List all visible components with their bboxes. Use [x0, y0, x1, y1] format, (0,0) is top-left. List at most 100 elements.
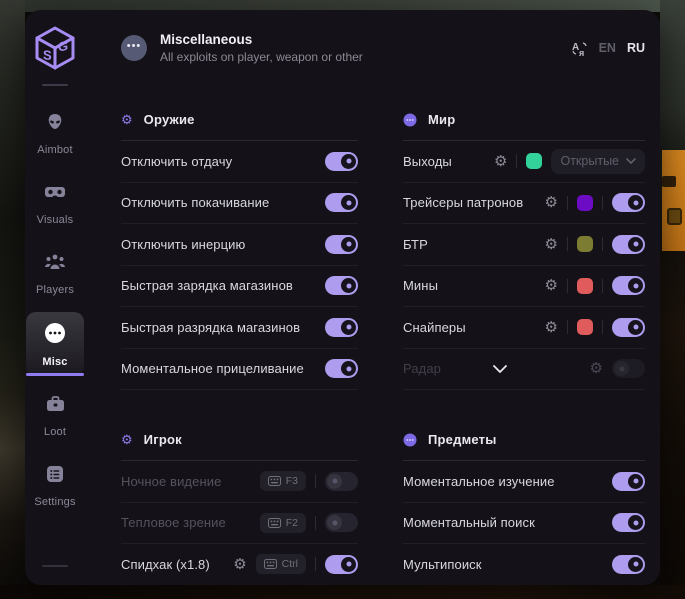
main-panel: ••• Miscellaneous All exploits on player… — [85, 10, 660, 585]
gear-icon[interactable]: ⚙ — [545, 195, 558, 210]
feature-label: Моментальный поиск — [403, 515, 535, 530]
feature-label: Выходы — [403, 154, 452, 169]
multi-search-toggle[interactable] — [612, 555, 645, 574]
bullet-tracers-toggle[interactable] — [612, 193, 645, 212]
fast-magazine-load-toggle[interactable] — [325, 276, 358, 295]
hotkey-badge[interactable]: Ctrl — [256, 554, 306, 574]
hotkey-badge[interactable]: F3 — [260, 471, 306, 491]
separator — [315, 557, 316, 571]
gear-icon[interactable]: ⚙ — [233, 557, 246, 572]
feature-label: Моментальное изучение — [403, 474, 555, 489]
separator — [602, 320, 603, 334]
radar-toggle[interactable] — [612, 359, 645, 378]
toggle-knob — [341, 278, 356, 293]
separator — [602, 196, 603, 210]
radar-expander[interactable] — [411, 365, 590, 373]
color-swatch[interactable] — [526, 153, 542, 169]
separator — [602, 237, 603, 251]
chevron-down-icon — [493, 365, 507, 373]
color-swatch[interactable] — [577, 195, 593, 211]
instant-study-toggle[interactable] — [612, 472, 645, 491]
multi-search-row: Мультипоиск — [403, 544, 645, 585]
night-vision-toggle[interactable] — [325, 472, 358, 491]
gear-icon[interactable]: ⚙ — [545, 320, 558, 335]
feature-label: Быстрая зарядка магазинов — [121, 278, 293, 293]
row-controls: F3 — [260, 471, 358, 491]
sidebar: S G AimbotVisualsPlayersMiscLootSettings — [25, 10, 85, 585]
row-controls — [325, 318, 358, 337]
language-switch: A я EN RU — [571, 40, 645, 57]
gear-icon[interactable]: ⚙ — [494, 154, 507, 169]
section-header: ⚙Оружие — [121, 92, 358, 140]
gear-icon[interactable]: ⚙ — [590, 361, 603, 376]
sidebar-item-aimbot[interactable]: Aimbot — [26, 102, 84, 164]
instant-search-toggle[interactable] — [612, 513, 645, 532]
disable-sway-row: Отключить покачивание — [121, 183, 358, 225]
color-swatch[interactable] — [577, 278, 593, 294]
color-swatch[interactable] — [577, 236, 593, 252]
sidebar-item-visuals[interactable]: Visuals — [26, 172, 84, 234]
gear-icon[interactable]: ⚙ — [545, 237, 558, 252]
fast-magazine-unload-toggle[interactable] — [325, 318, 358, 337]
separator — [567, 279, 568, 293]
content-columns: ⚙Оружие Отключить отдачу Отключить покачив… — [121, 92, 645, 585]
chevron-down-icon — [626, 158, 636, 164]
page-subtitle: All exploits on player, weapon or other — [160, 50, 363, 64]
page-title: Miscellaneous — [160, 32, 363, 47]
sidebar-item-loot[interactable]: Loot — [26, 384, 84, 446]
sidebar-item-players[interactable]: Players — [26, 242, 84, 304]
feature-label: Спидхак (x1.8) — [121, 557, 210, 572]
toggle-knob — [341, 361, 356, 376]
section-title: Предметы — [428, 432, 497, 447]
instant-search-row: Моментальный поиск — [403, 503, 645, 545]
section-header: ⚙Игрок — [121, 390, 358, 460]
game-background-left — [0, 0, 25, 599]
page-header: ••• Miscellaneous All exploits on player… — [121, 20, 645, 76]
fast-magazine-unload-row: Быстрая разрядка магазинов — [121, 307, 358, 349]
hotkey-badge[interactable]: F2 — [260, 513, 306, 533]
section-title: Игрок — [144, 432, 182, 447]
game-background-bottom — [0, 585, 685, 599]
speedhack-toggle[interactable] — [325, 555, 358, 574]
color-swatch[interactable] — [577, 319, 593, 335]
row-controls: ⚙ — [590, 359, 645, 378]
sign-glyph — [662, 176, 676, 187]
row-controls: ⚙ — [545, 193, 645, 212]
briefcase-icon — [45, 394, 66, 419]
sidebar-item-misc[interactable]: Misc — [26, 312, 84, 376]
feature-label: Отключить отдачу — [121, 154, 232, 169]
translate-icon: A я — [571, 40, 588, 57]
lang-ru-button[interactable]: RU — [627, 41, 645, 55]
keyboard-icon — [268, 518, 281, 528]
ellipsis-circle-icon: ••• — [121, 35, 147, 61]
btr-toggle[interactable] — [612, 235, 645, 254]
night-vision-row: Ночное видениеF3 — [121, 461, 358, 503]
toggle-knob — [327, 474, 342, 489]
mines-toggle[interactable] — [612, 276, 645, 295]
instant-aim-toggle[interactable] — [325, 359, 358, 378]
row-controls: ⚙ Ctrl — [233, 554, 358, 574]
alien-icon — [45, 112, 65, 137]
row-controls: ⚙ — [545, 235, 645, 254]
toggle-knob — [628, 278, 643, 293]
thermal-vision-toggle[interactable] — [325, 513, 358, 532]
snipers-toggle[interactable] — [612, 318, 645, 337]
toggle-knob — [628, 474, 643, 489]
gear-icon[interactable]: ⚙ — [545, 278, 558, 293]
instant-aim-row: Моментальное прицеливание — [121, 349, 358, 391]
hotkey-label: Ctrl — [282, 558, 298, 570]
disable-inertia-toggle[interactable] — [325, 235, 358, 254]
disable-recoil-toggle[interactable] — [325, 152, 358, 171]
row-controls — [325, 359, 358, 378]
radar-row: Радар⚙ — [403, 349, 645, 391]
separator — [567, 196, 568, 210]
lang-en-button[interactable]: EN — [599, 41, 616, 55]
disable-sway-toggle[interactable] — [325, 193, 358, 212]
toggle-knob — [628, 195, 643, 210]
dropdown-value: Открытые — [560, 154, 619, 168]
section-items: Предметы Моментальное изучение Моментальны… — [403, 390, 645, 585]
sidebar-item-settings[interactable]: Settings — [26, 454, 84, 516]
toggle-knob — [341, 195, 356, 210]
section-title: Мир — [428, 112, 455, 127]
exits-dropdown[interactable]: Открытые — [551, 149, 645, 174]
